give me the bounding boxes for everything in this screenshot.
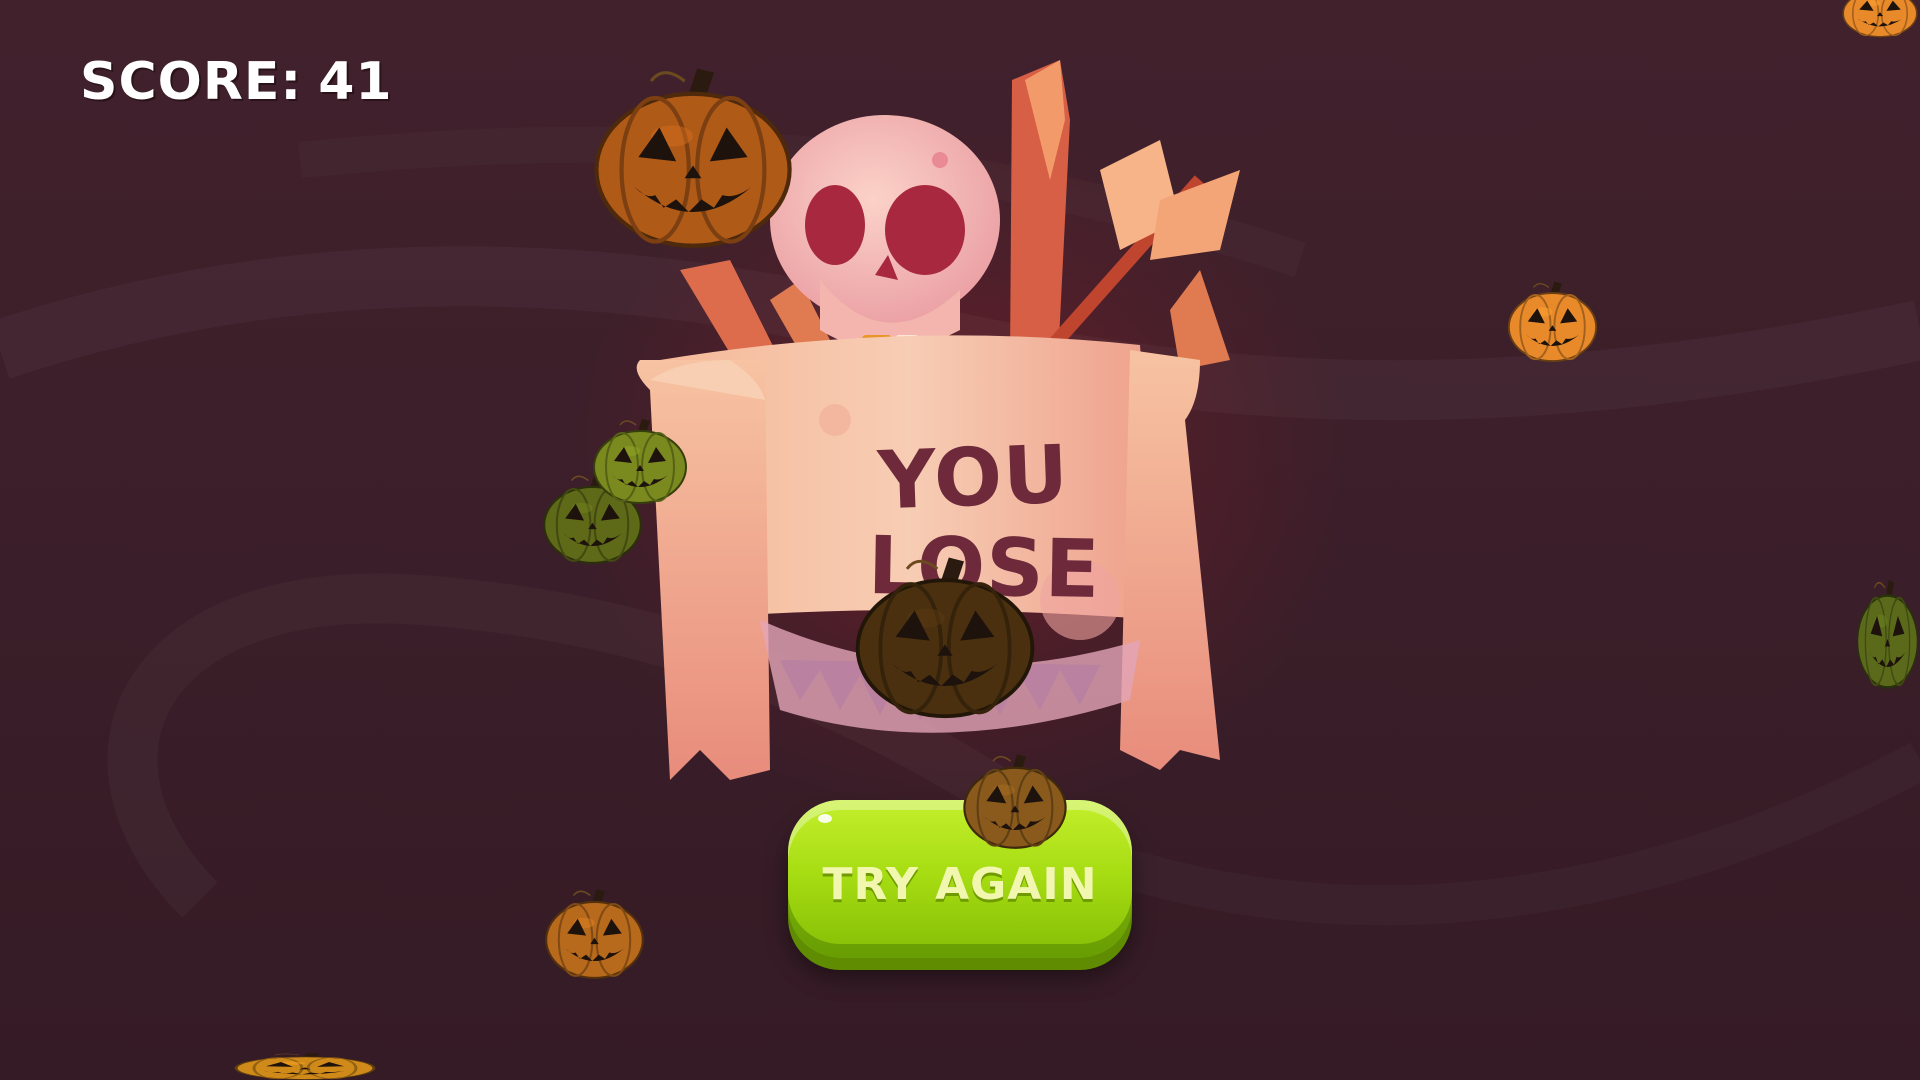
score-display: SCORE: 41 xyxy=(80,52,393,112)
jack-o-lantern-icon[interactable] xyxy=(590,415,690,505)
score-label: SCORE: xyxy=(80,52,303,112)
button-shine xyxy=(818,814,832,823)
sign-text-line-1: YOU xyxy=(876,427,1071,528)
try-again-label: TRY AGAIN xyxy=(822,858,1098,910)
jack-o-lantern-icon[interactable] xyxy=(1505,278,1600,363)
jack-o-lantern-icon[interactable] xyxy=(850,550,1040,720)
feathered-arrow xyxy=(1034,140,1240,370)
wooden-stake xyxy=(1010,60,1070,360)
game-stage: SCORE: 41 YOU LOSE TRY AGAIN xyxy=(0,0,1920,1080)
jack-o-lantern-icon[interactable] xyxy=(960,750,1070,850)
jack-o-lantern-icon[interactable] xyxy=(230,1052,380,1080)
score-value: 41 xyxy=(318,52,393,112)
jack-o-lantern-icon[interactable] xyxy=(1840,0,1920,38)
jack-o-lantern-icon[interactable] xyxy=(588,60,798,250)
jack-o-lantern-icon[interactable] xyxy=(1855,575,1920,690)
jack-o-lantern-icon[interactable] xyxy=(542,885,647,980)
